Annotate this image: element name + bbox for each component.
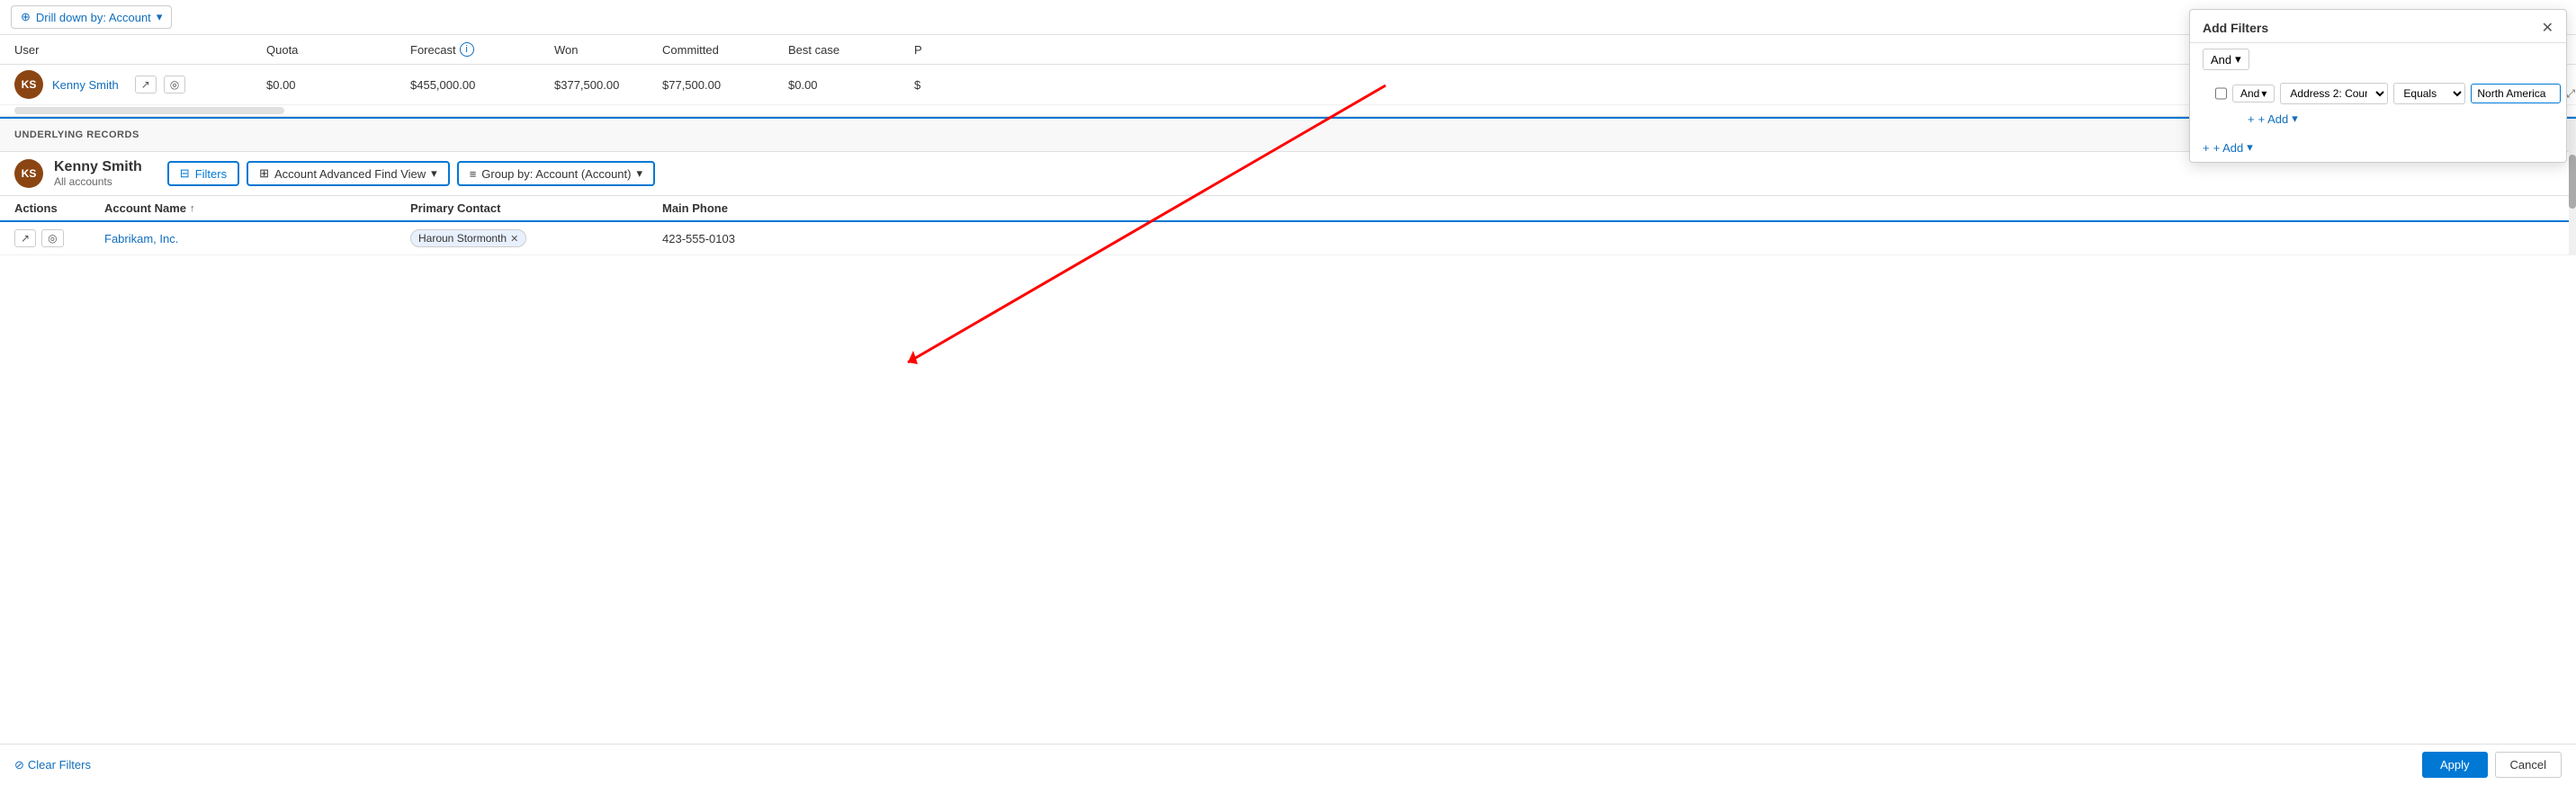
view-selector-button[interactable]: ⊞ Account Advanced Find View ▾ — [247, 161, 450, 186]
records-table: Actions Account Name ↑ Primary Contact M… — [0, 196, 2576, 255]
add-filters-panel: Add Filters ✕ And ▾ And ▾ Address 2: Cou… — [2189, 9, 2567, 163]
records-table-header: Actions Account Name ↑ Primary Contact M… — [0, 196, 2576, 222]
filter-icon: ⊟ — [180, 166, 190, 181]
filter-value-input[interactable] — [2471, 84, 2561, 103]
drill-down-button[interactable]: ⊕ Drill down by: Account ▾ — [11, 5, 172, 29]
main-phone-cell: 423-555-0103 — [662, 232, 2562, 245]
apply-button[interactable]: Apply — [2422, 752, 2488, 778]
user-cell: KS Kenny Smith ↗ ◎ — [14, 70, 266, 99]
grid-icon: ⊞ — [259, 166, 269, 181]
condition-expand-icon[interactable]: ⤢ — [2566, 87, 2575, 101]
sort-asc-icon[interactable]: ↑ — [190, 203, 195, 214]
groupby-icon: ≡ — [470, 167, 477, 181]
bottom-right-actions: Apply Cancel — [2422, 752, 2562, 778]
horizontal-scrollbar[interactable] — [14, 107, 284, 114]
avatar: KS — [14, 70, 43, 99]
col-header-pipeline: P — [914, 43, 986, 57]
condition-checkbox[interactable] — [2215, 87, 2227, 100]
table-row: ↗ ◎ Fabrikam, Inc. Haroun Stormonth ✕ 42… — [0, 222, 2576, 255]
col-header-main-phone: Main Phone — [662, 201, 2562, 215]
add-condition-row: + + Add ▾ — [2203, 108, 2554, 129]
clear-filters-button[interactable]: ⊘ Clear Filters — [14, 758, 91, 772]
quota-value: $0.00 — [266, 78, 410, 92]
cancel-button[interactable]: Cancel — [2495, 752, 2562, 778]
clear-filter-icon: ⊘ — [14, 758, 24, 772]
forecast-value: $455,000.00 — [410, 78, 554, 92]
groupby-chevron-icon: ▾ — [636, 166, 642, 181]
operator-select[interactable]: Equals — [2393, 83, 2465, 104]
underlying-user-info: Kenny Smith All accounts — [54, 159, 142, 188]
col-header-primary-contact: Primary Contact — [410, 201, 662, 215]
panel-title: Add Filters — [2203, 21, 2268, 35]
action-icons: ↗ ◎ — [135, 76, 186, 94]
underlying-user-name: Kenny Smith — [54, 159, 142, 175]
col-header-user: User — [14, 43, 266, 57]
col-header-committed: Committed — [662, 43, 788, 57]
add-plus-icon: + — [2248, 112, 2255, 126]
add-chevron-icon: ▾ — [2292, 112, 2298, 126]
chevron-down-icon: ▾ — [157, 10, 163, 24]
col-header-bestcase: Best case — [788, 43, 914, 57]
scrollbar-thumb — [2569, 155, 2576, 209]
globe-icon: ⊕ — [21, 10, 31, 24]
account-name-cell[interactable]: Fabrikam, Inc. — [104, 232, 410, 245]
col-header-forecast: Forecast i — [410, 42, 554, 57]
col-header-actions: Actions — [14, 201, 104, 215]
share-icon-btn[interactable]: ↗ — [135, 76, 157, 94]
condition-chevron-icon: ▾ — [2261, 87, 2266, 100]
bottom-bar: ⊘ Clear Filters Apply Cancel — [0, 744, 2576, 785]
drill-down-label: Drill down by: Account — [36, 11, 151, 24]
panel-add-row: + + Add ▾ — [2190, 133, 2566, 162]
row-target-icon-btn[interactable]: ◎ — [41, 229, 63, 247]
primary-contact-cell: Haroun Stormonth ✕ — [410, 229, 662, 247]
pipeline-value: $ — [914, 78, 986, 92]
panel-close-button[interactable]: ✕ — [2542, 19, 2554, 37]
actions-cell: ↗ ◎ — [14, 229, 104, 247]
vertical-scrollbar[interactable] — [2569, 119, 2576, 255]
committed-value: $77,500.00 — [662, 78, 788, 92]
view-chevron-icon: ▾ — [431, 166, 437, 181]
underlying-avatar: KS — [14, 159, 43, 188]
forecast-info-icon[interactable]: i — [460, 42, 474, 57]
panel-add-chevron-icon: ▾ — [2247, 140, 2253, 155]
row-share-icon-btn[interactable]: ↗ — [14, 229, 36, 247]
groupby-button[interactable]: ≡ Group by: Account (Account) ▾ — [457, 161, 655, 186]
panel-add-icon: + — [2203, 141, 2210, 155]
filters-button[interactable]: ⊟ Filters — [167, 161, 239, 186]
contact-tag-close-icon[interactable]: ✕ — [510, 233, 518, 245]
field-select[interactable]: Address 2: Country/Reg... — [2280, 83, 2388, 104]
contact-tag: Haroun Stormonth ✕ — [410, 229, 526, 247]
target-icon-btn[interactable]: ◎ — [164, 76, 185, 94]
panel-and-row: And ▾ — [2190, 43, 2566, 76]
panel-title-bar: Add Filters ✕ — [2190, 10, 2566, 43]
top-and-dropdown[interactable]: And ▾ — [2203, 49, 2249, 70]
panel-add-button[interactable]: + + Add ▾ — [2203, 140, 2253, 155]
add-condition-button[interactable]: + + Add ▾ — [2248, 112, 2298, 126]
underlying-records-title: UNDERLYING RECORDS — [14, 129, 139, 140]
user-name-link[interactable]: Kenny Smith — [52, 78, 119, 92]
and-chevron-icon: ▾ — [2235, 52, 2241, 67]
won-value: $377,500.00 — [554, 78, 662, 92]
underlying-user-sub: All accounts — [54, 175, 142, 188]
col-header-account-name: Account Name ↑ — [104, 201, 410, 215]
col-header-quota: Quota — [266, 43, 410, 57]
condition-and-dropdown[interactable]: And ▾ — [2232, 85, 2275, 103]
col-header-won: Won — [554, 43, 662, 57]
bestcase-value: $0.00 — [788, 78, 914, 92]
